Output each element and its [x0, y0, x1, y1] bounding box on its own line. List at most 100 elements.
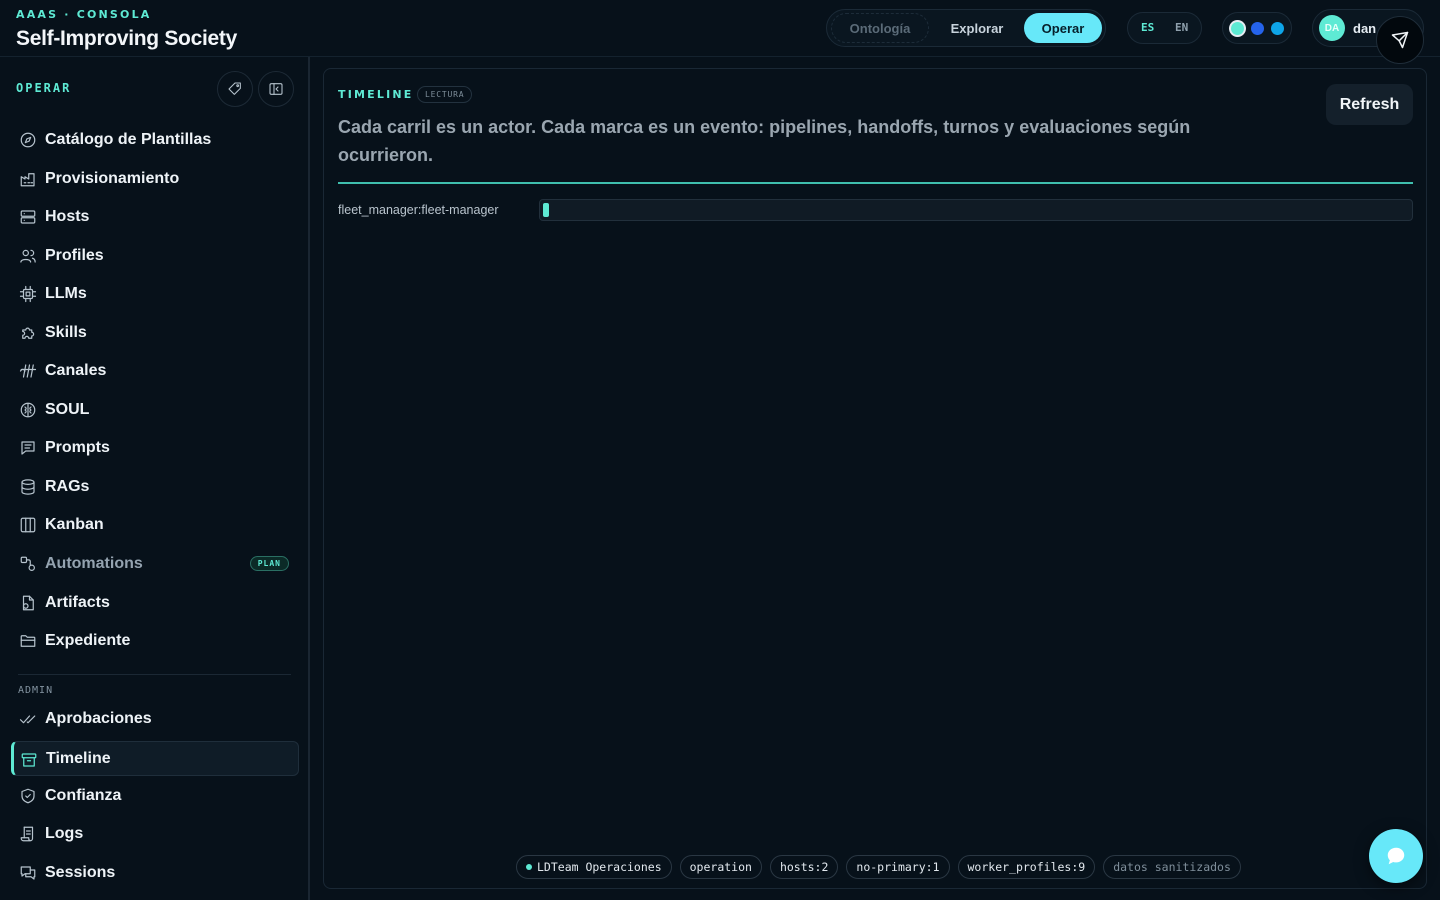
lang-es-button[interactable]: ES — [1141, 21, 1154, 34]
app-title: Self-Improving Society — [16, 27, 237, 50]
brain-icon — [20, 402, 36, 418]
sidebar-item-hosts[interactable]: Hosts — [11, 199, 299, 234]
sidebar-collapse-icon — [269, 83, 283, 95]
sidebar-item-catalogo[interactable]: Catálogo de Plantillas — [11, 122, 299, 157]
avatar: DA — [1319, 15, 1345, 41]
sidebar-item-skills[interactable]: Skills — [11, 315, 299, 350]
compass-icon — [20, 132, 36, 148]
timeline-event-mark[interactable] — [543, 203, 549, 217]
sidebar-item-label: Canales — [45, 361, 107, 379]
theme-blue-dot[interactable] — [1251, 22, 1264, 35]
chat-icon — [20, 866, 36, 880]
language-switch: ES EN — [1127, 12, 1202, 44]
sidebar-item-label: Aprobaciones — [45, 709, 152, 727]
sidebar-item-soul[interactable]: SOUL — [11, 392, 299, 427]
sidebar-item-label: Kanban — [45, 515, 104, 533]
antenna-icon — [19, 364, 37, 378]
sidebar-item-canales[interactable]: Canales — [11, 353, 299, 388]
user-name: dan — [1353, 21, 1377, 36]
archive-icon — [21, 753, 37, 767]
brand-kicker: AAAS · CONSOLA — [16, 8, 152, 21]
message-icon — [21, 441, 35, 455]
timeline-lane — [539, 199, 1413, 221]
hosts-chip: hosts:2 — [769, 855, 839, 879]
team-chip: LDTeam Operaciones — [516, 855, 672, 879]
sidebar-item-aprobaciones[interactable]: Aprobaciones — [11, 701, 299, 736]
timeline-panel: TIMELINE LECTURA Cada carril es un actor… — [323, 68, 1427, 889]
database-icon — [21, 479, 35, 495]
paper-plane-icon — [1391, 31, 1409, 49]
read-only-badge: LECTURA — [417, 86, 473, 103]
lang-en-button[interactable]: EN — [1175, 21, 1188, 34]
sidebar-item-label: SOUL — [45, 400, 90, 418]
collapse-sidebar-button[interactable] — [258, 71, 294, 107]
puzzle-icon — [22, 327, 35, 339]
sidebar-item-label: Timeline — [46, 749, 111, 767]
users-icon — [20, 249, 36, 263]
sidebar-heading: OPERAR — [16, 81, 72, 95]
sidebar-item-expediente[interactable]: Expediente — [11, 623, 299, 658]
lane-label: fleet_manager:fleet-manager — [338, 203, 499, 217]
sidebar-item-label: Catálogo de Plantillas — [45, 130, 212, 148]
sidebar-item-label: Logs — [45, 824, 84, 842]
sidebar-item-provisionamiento[interactable]: Provisionamiento — [11, 161, 299, 196]
theme-sky-dot[interactable] — [1271, 22, 1284, 35]
server-icon — [20, 210, 36, 224]
cpu-icon — [19, 285, 37, 303]
sidebar-item-label: Profiles — [45, 246, 104, 264]
sidebar-item-timeline[interactable]: Timeline — [11, 741, 299, 776]
tags-icon — [228, 82, 241, 95]
page-description: Cada carril es un actor. Cada marca es u… — [338, 117, 1191, 165]
status-dot — [526, 864, 532, 870]
sidebar-item-rags[interactable]: RAGs — [11, 469, 299, 504]
admin-section-heading: ADMIN — [18, 685, 54, 696]
sidebar-item-sessions[interactable]: Sessions — [11, 855, 299, 890]
factory-icon — [20, 173, 35, 187]
team-chip-label: LDTeam Operaciones — [537, 860, 662, 874]
workflow-icon — [20, 556, 35, 571]
sidebar-item-llms[interactable]: LLMs — [11, 276, 299, 311]
header-divider — [338, 182, 1413, 184]
sidebar-item-profiles[interactable]: Profiles — [11, 238, 299, 273]
context-chips: LDTeam Operaciones operation hosts:2 no-… — [516, 855, 1241, 879]
scroll-icon — [20, 826, 34, 842]
mode-chip: operation — [679, 855, 762, 879]
sidebar-divider — [18, 674, 291, 675]
page-title: TIMELINE — [338, 88, 414, 101]
sidebar-item-label: Sessions — [45, 863, 116, 881]
sidebar-item-label: RAGs — [45, 477, 90, 495]
file-icon — [22, 595, 34, 611]
sidebar-item-confianza[interactable]: Confianza — [11, 778, 299, 813]
sidebar-item-prompts[interactable]: Prompts — [11, 430, 299, 465]
theme-teal-dot[interactable] — [1231, 22, 1244, 35]
sidebar-item-kanban[interactable]: Kanban — [11, 507, 299, 542]
folder-icon — [20, 635, 36, 647]
no-primary-chip: no-primary:1 — [846, 855, 950, 879]
tag-filter-button[interactable] — [217, 71, 253, 107]
plan-badge: PLAN — [249, 556, 289, 571]
shield-icon — [21, 788, 35, 804]
sidebar-item-label: Prompts — [45, 438, 110, 456]
sidebar-item-label: Confianza — [45, 786, 122, 804]
sidebar-item-logs[interactable]: Logs — [11, 816, 299, 851]
chat-button[interactable] — [1369, 829, 1423, 883]
sanitized-chip: datos sanitizados — [1103, 855, 1241, 879]
sidebar-item-label: Skills — [45, 323, 87, 341]
sidebar-item-label: Expediente — [45, 631, 131, 649]
columns-icon — [20, 517, 36, 533]
top-header: AAAS · CONSOLA Self-Improving Society On… — [0, 0, 1440, 57]
mode-explorar-button[interactable]: Explorar — [933, 13, 1021, 43]
mode-operar-button[interactable]: Operar — [1024, 13, 1102, 43]
send-feedback-button[interactable] — [1376, 16, 1424, 64]
sidebar: OPERAR Catálogo de Plantillas Provisiona… — [0, 57, 310, 900]
check-double-icon — [19, 715, 36, 724]
sidebar-item-label: Hosts — [45, 207, 90, 225]
sidebar-item-artifacts[interactable]: Artifacts — [11, 585, 299, 620]
sidebar-item-label: Automations — [45, 554, 143, 572]
worker-profiles-chip: worker_profiles:9 — [957, 855, 1096, 879]
refresh-button[interactable]: Refresh — [1326, 84, 1413, 125]
sidebar-item-label: Artifacts — [45, 593, 110, 611]
sidebar-item-automations[interactable]: Automations PLAN — [11, 546, 299, 581]
sidebar-item-label: LLMs — [45, 284, 87, 302]
mode-ontologia-button[interactable]: Ontología — [831, 13, 929, 43]
